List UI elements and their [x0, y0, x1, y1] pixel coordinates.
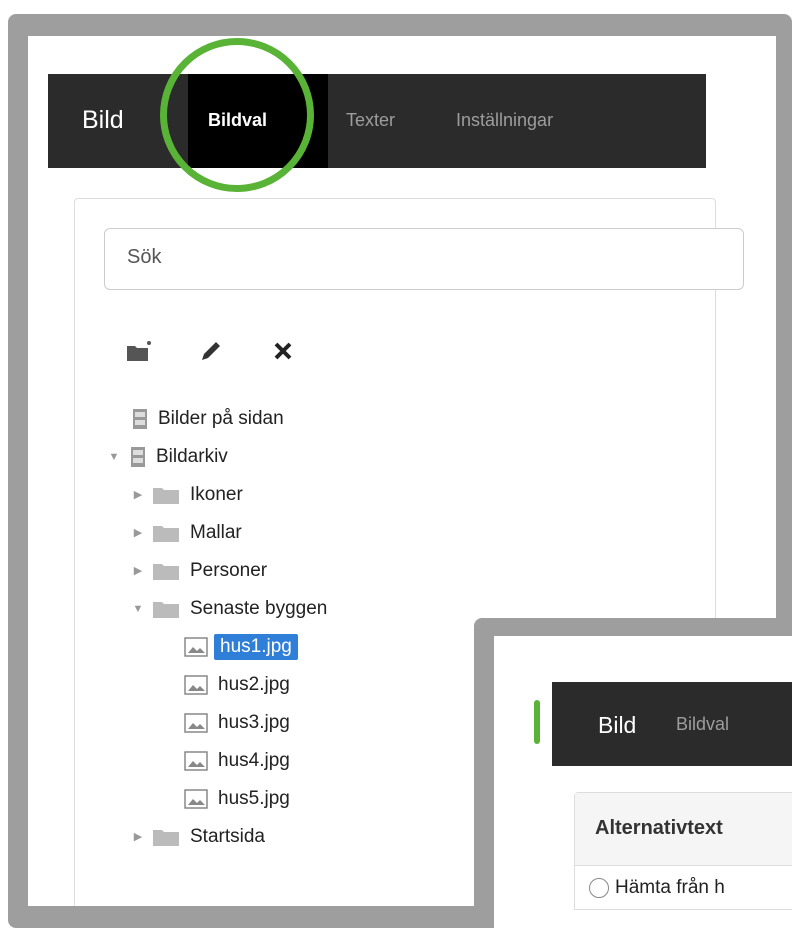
caret-right-icon[interactable]: ▶: [132, 565, 144, 577]
image-icon: [184, 675, 208, 695]
search-input[interactable]: [125, 245, 629, 270]
overlay-nav-brand[interactable]: Bild: [598, 712, 636, 739]
tree-item-hus3[interactable]: hus3.jpg: [184, 708, 290, 738]
overlay-screenshot-content: Bild Bildval Alternativtext Hämta från h: [494, 636, 792, 928]
tree-item-hus1[interactable]: hus1.jpg: [184, 632, 298, 662]
archive-icon: [131, 447, 145, 467]
tab-texter[interactable]: Texter: [346, 110, 395, 131]
tree-item-label: hus5.jpg: [218, 788, 290, 809]
caret-right-icon[interactable]: ▶: [132, 831, 144, 843]
tree-item-label: Ikoner: [190, 484, 243, 505]
overlay-navbar: Bild Bildval: [552, 682, 792, 766]
folder-icon: [153, 830, 179, 846]
caret-right-icon[interactable]: ▶: [132, 527, 144, 539]
folder-icon: [153, 564, 179, 580]
archive-icon: [133, 409, 147, 429]
tree-item-senaste-byggen[interactable]: ▼ Senaste byggen: [132, 594, 328, 624]
tree-item-label: hus2.jpg: [218, 674, 290, 695]
search-field[interactable]: [104, 228, 744, 290]
delete-button[interactable]: [268, 336, 298, 366]
highlight-circle: [160, 38, 314, 192]
caret-down-icon[interactable]: ▼: [108, 451, 120, 463]
tree-item-label: Bildarkiv: [156, 446, 228, 467]
image-icon: [184, 751, 208, 771]
tree-item-label: Mallar: [190, 522, 242, 543]
overlay-panel-header: Alternativtext: [575, 793, 792, 866]
highlight-circle-edge: [534, 700, 540, 744]
overlay-panel: Alternativtext Hämta från h: [574, 792, 792, 910]
tab-installningar[interactable]: Inställningar: [456, 110, 553, 131]
overlay-screenshot-frame: Bild Bildval Alternativtext Hämta från h: [474, 618, 792, 928]
overlay-tab-bildval[interactable]: Bildval: [676, 714, 729, 735]
radio-icon[interactable]: [589, 878, 609, 898]
folder-icon: [153, 526, 179, 542]
nav-brand[interactable]: Bild: [82, 106, 124, 135]
image-icon: [184, 713, 208, 733]
tree-item-hus2[interactable]: hus2.jpg: [184, 670, 290, 700]
tree-item-hus5[interactable]: hus5.jpg: [184, 784, 290, 814]
folder-icon: [153, 602, 179, 618]
tree-item-hus4[interactable]: hus4.jpg: [184, 746, 290, 776]
tree-item-label: hus1.jpg: [214, 634, 298, 660]
tree-item-label: Senaste byggen: [190, 598, 328, 619]
tree-item-label: Bilder på sidan: [158, 408, 284, 429]
rename-button[interactable]: [196, 336, 226, 366]
radio-option[interactable]: Hämta från h: [589, 877, 725, 899]
tree-item-startsida[interactable]: ▶ Startsida: [132, 822, 265, 852]
new-folder-button[interactable]: [124, 336, 154, 366]
pencil-icon: [202, 342, 220, 360]
tree-item-label: hus4.jpg: [218, 750, 290, 771]
caret-down-icon[interactable]: ▼: [132, 603, 144, 615]
tree-item-ikoner[interactable]: ▶ Ikoner: [132, 480, 243, 510]
tree-item-bildarkiv[interactable]: ▼ Bildarkiv: [108, 442, 228, 472]
image-icon: [184, 789, 208, 809]
tree-item-bilder-pa-sidan[interactable]: Bilder på sidan: [132, 404, 284, 434]
tree-item-label: Startsida: [190, 826, 265, 847]
close-icon: [274, 342, 292, 360]
folder-icon: [153, 488, 179, 504]
caret-right-icon[interactable]: ▶: [132, 489, 144, 501]
new-folder-icon: [127, 341, 151, 361]
radio-label: Hämta från h: [615, 877, 725, 898]
top-navbar: Bild Bildval Texter Inställningar: [48, 74, 706, 168]
image-icon: [184, 637, 208, 657]
overlay-panel-title: Alternativtext: [595, 817, 723, 839]
tree-item-personer[interactable]: ▶ Personer: [132, 556, 267, 586]
tree-item-mallar[interactable]: ▶ Mallar: [132, 518, 242, 548]
tree-item-label: hus3.jpg: [218, 712, 290, 733]
tree-item-label: Personer: [190, 560, 268, 581]
